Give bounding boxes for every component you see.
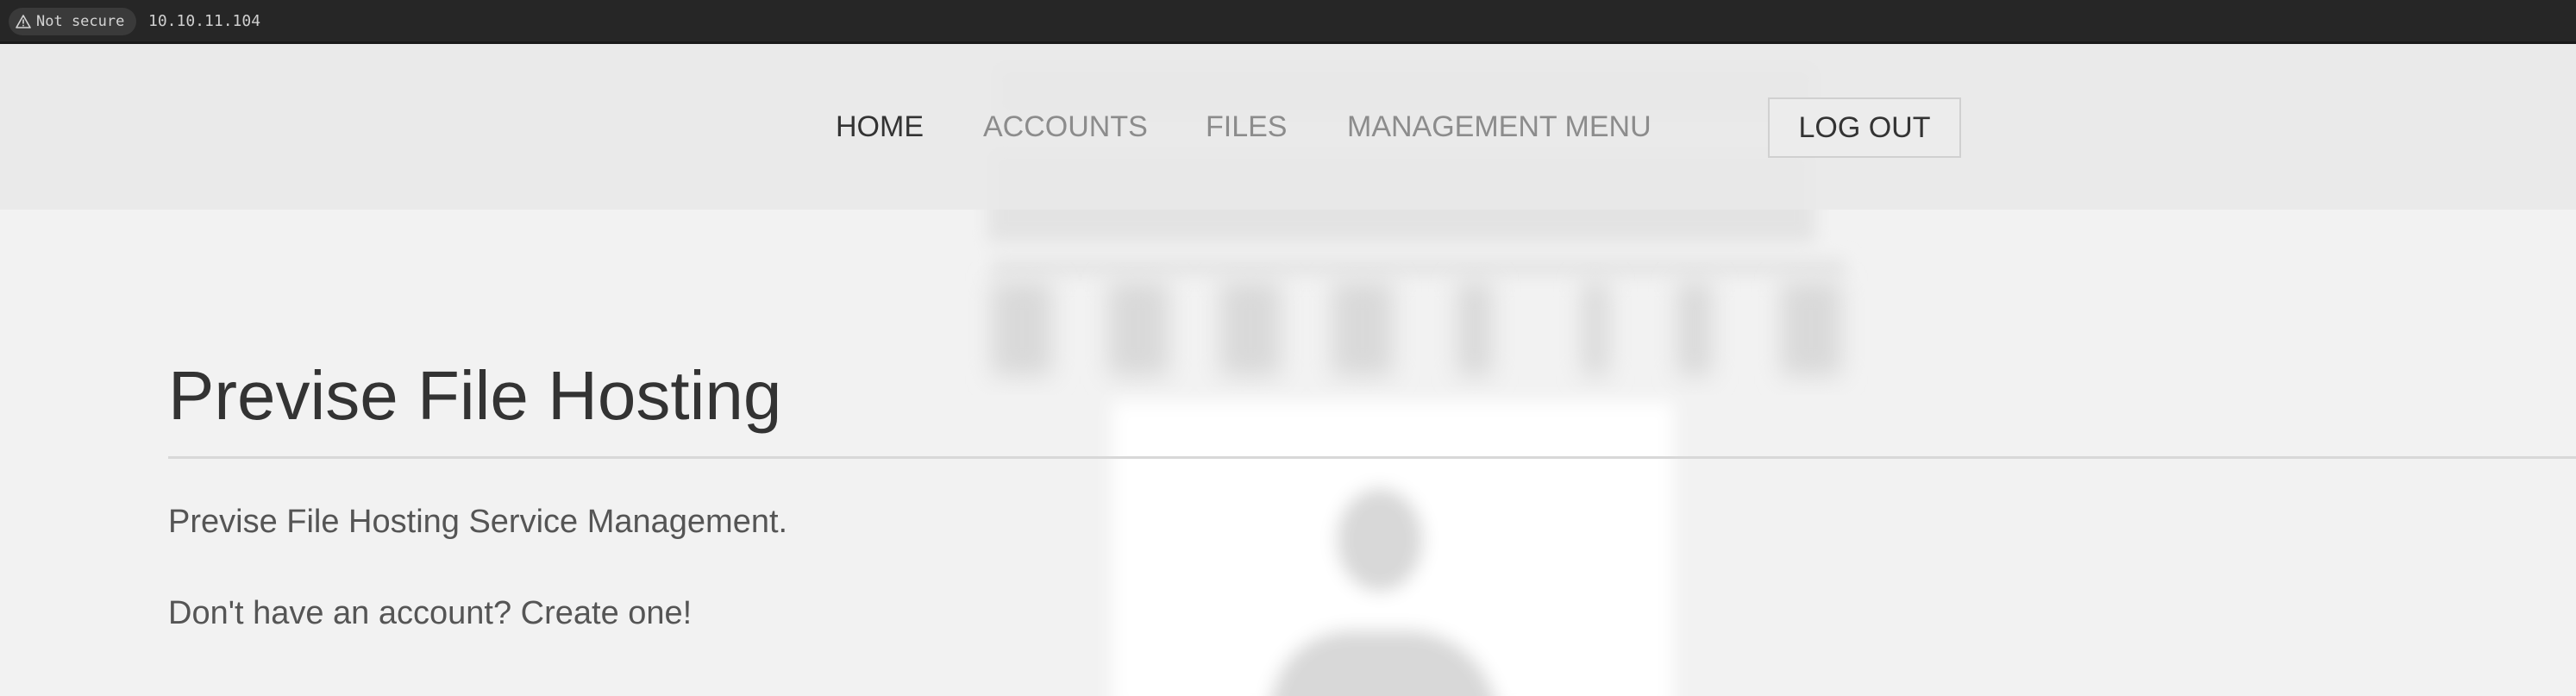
- top-navigation: HOME ACCOUNTS FILES MANAGEMENT MENU LOG …: [0, 44, 2576, 210]
- nav-home[interactable]: HOME: [836, 109, 924, 145]
- security-indicator[interactable]: Not secure: [9, 8, 137, 35]
- page-title: Previse File Hosting: [168, 357, 782, 434]
- title-divider: [168, 456, 2576, 459]
- warning-icon: [16, 15, 31, 28]
- url-text[interactable]: 10.10.11.104: [148, 10, 260, 33]
- service-description: Previse File Hosting Service Management.: [168, 504, 788, 540]
- nav-accounts[interactable]: ACCOUNTS: [983, 109, 1148, 145]
- logout-button[interactable]: LOG OUT: [1768, 97, 1961, 158]
- nav-management-menu[interactable]: MANAGEMENT MENU: [1347, 109, 1652, 145]
- page-content: HOME ACCOUNTS FILES MANAGEMENT MENU LOG …: [0, 44, 2576, 696]
- nav-files[interactable]: FILES: [1206, 109, 1287, 145]
- security-label: Not secure: [36, 13, 125, 30]
- browser-url-bar[interactable]: Not secure 10.10.11.104: [0, 0, 2576, 44]
- create-account-prompt[interactable]: Don't have an account? Create one!: [168, 593, 692, 634]
